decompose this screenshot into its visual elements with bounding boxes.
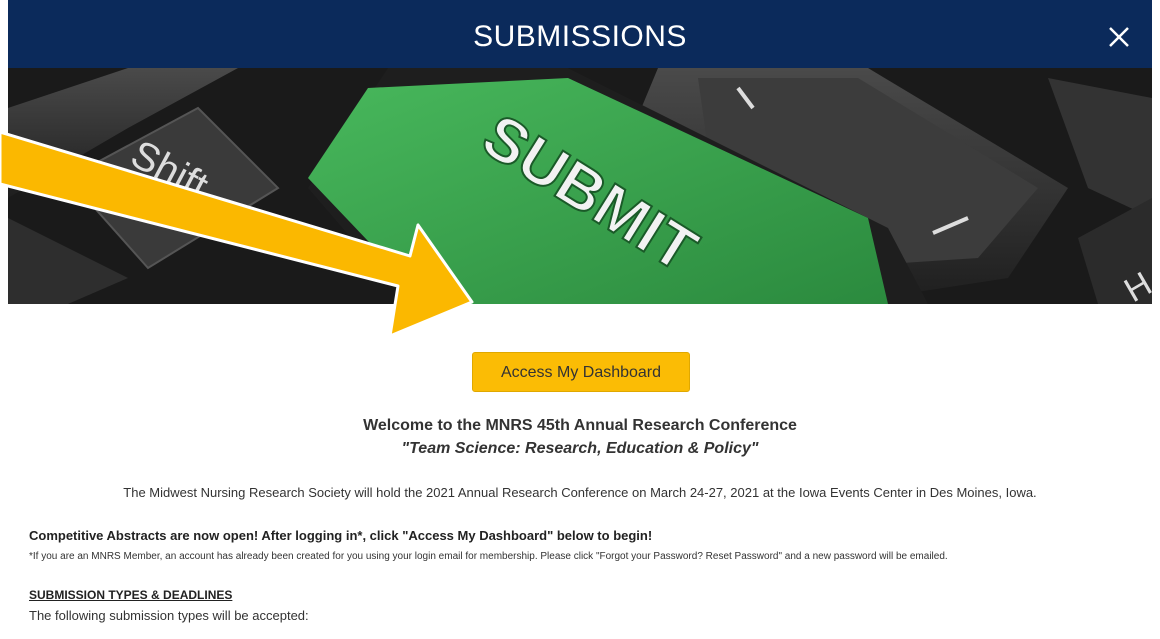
modal-header: SUBMISSIONS (8, 0, 1152, 68)
modal-content: Access My Dashboard Welcome to the MNRS … (8, 304, 1152, 639)
conference-tagline: "Team Science: Research, Education & Pol… (401, 440, 759, 457)
access-dashboard-button[interactable]: Access My Dashboard (472, 352, 690, 392)
submission-types-text: The following submission types will be a… (29, 608, 309, 623)
page-gutter-right (1152, 0, 1160, 639)
hero-keyboard-image: H SUBMIT Shift (8, 68, 1152, 304)
submissions-modal: SUBMISSIONS H SUBMIT Shift Access My Das… (8, 0, 1152, 639)
submission-types-heading: SUBMISSION TYPES & DEADLINES (29, 588, 233, 602)
page-gutter-left (0, 0, 8, 639)
welcome-heading: Welcome to the MNRS 45th Annual Research… (363, 417, 797, 434)
member-account-note: *If you are an MNRS Member, an account h… (29, 551, 948, 562)
close-x-icon (1109, 27, 1129, 47)
modal-title: SUBMISSIONS (473, 20, 687, 53)
close-button[interactable] (1102, 20, 1136, 54)
intro-text: The Midwest Nursing Research Society wil… (123, 485, 1037, 500)
abstracts-notice: Competitive Abstracts are now open! Afte… (29, 528, 653, 543)
